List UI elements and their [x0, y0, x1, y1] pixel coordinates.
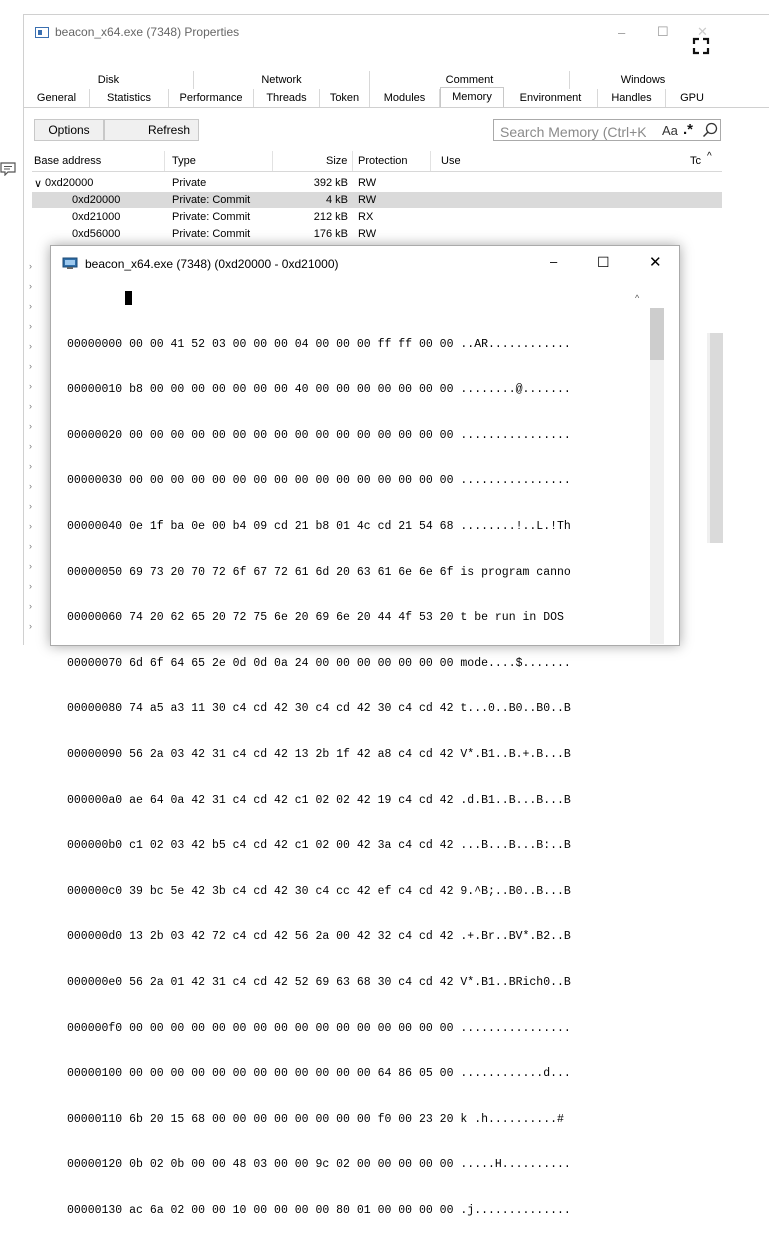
hex-line: 00000100 00 00 00 00 00 00 00 00 00 00 0…: [67, 1067, 571, 1081]
row-type: Private: Commit: [172, 211, 251, 223]
fullscreen-icon[interactable]: [692, 37, 710, 55]
col-tc[interactable]: Tc: [690, 155, 701, 167]
scroll-up-arrow[interactable]: ^: [635, 293, 639, 303]
tab-disk[interactable]: Disk: [24, 71, 194, 89]
row-protection: RX: [358, 211, 374, 223]
hex-line: 00000110 6b 20 15 68 00 00 00 00 00 00 0…: [67, 1112, 571, 1126]
row-type: Private: Commit: [172, 194, 251, 206]
row-size: 176 kB: [313, 228, 348, 240]
hex-line: 00000010 b8 00 00 00 00 00 00 00 40 00 0…: [67, 383, 571, 397]
col-use[interactable]: Use: [441, 155, 461, 167]
hex-line: 000000d0 13 2b 03 42 72 c4 cd 42 56 2a 0…: [67, 930, 571, 944]
row-protection: RW: [358, 194, 377, 206]
row-protection: RW: [358, 177, 377, 189]
tab-threads[interactable]: Threads: [254, 89, 320, 107]
row-size: 212 kB: [313, 211, 348, 223]
close-button[interactable]: ✕: [649, 253, 662, 271]
window-title: beacon_x64.exe (7348) Properties: [55, 25, 240, 39]
row-size: 4 kB: [325, 194, 348, 206]
col-type[interactable]: Type: [172, 155, 196, 167]
hex-line: 000000e0 56 2a 01 42 31 c4 cd 42 52 69 6…: [67, 975, 571, 989]
tab-statistics[interactable]: Statistics: [90, 89, 169, 107]
tab-windows[interactable]: Windows: [570, 71, 716, 89]
hex-line: 000000a0 ae 64 0a 42 31 c4 cd 42 c1 02 0…: [67, 793, 571, 807]
app-window-icon: [62, 257, 78, 269]
tab-divider: [24, 107, 769, 108]
hex-line: 00000000 00 00 41 52 03 00 00 00 04 00 0…: [67, 337, 571, 351]
tab-handles[interactable]: Handles: [598, 89, 666, 107]
tab-token[interactable]: Token: [320, 89, 370, 107]
search-icon[interactable]: [702, 122, 718, 138]
table-row[interactable]: 0xd56000 Private: Commit 176 kB RW: [32, 226, 722, 242]
tab-row-bottom: General Statistics Performance Threads T…: [24, 87, 769, 107]
tab-modules[interactable]: Modules: [370, 89, 440, 107]
row-size: 392 kB: [313, 177, 348, 189]
expand-chevron-icon[interactable]: ∨: [34, 177, 42, 190]
tab-row-top: Disk Network Comment Windows: [24, 71, 769, 89]
table-row[interactable]: ∨ 0xd20000 Private 392 kB RW: [32, 175, 722, 191]
hex-line: 00000050 69 73 20 70 72 6f 67 72 61 6d 2…: [67, 565, 571, 579]
row-base: 0xd56000: [72, 228, 121, 240]
row-type: Private: [172, 177, 207, 189]
hex-line: 00000020 00 00 00 00 00 00 00 00 00 00 0…: [67, 428, 571, 442]
row-protection: RW: [358, 228, 377, 240]
col-protection[interactable]: Protection: [358, 155, 408, 167]
search-box[interactable]: Aa .*: [493, 119, 721, 141]
tab-general[interactable]: General: [24, 89, 90, 107]
tab-gpu[interactable]: GPU: [666, 89, 718, 107]
row-type: Private: Commit: [172, 228, 251, 240]
hex-line: 000000f0 00 00 00 00 00 00 00 00 00 00 0…: [67, 1021, 571, 1035]
minimize-button[interactable]: –: [550, 254, 557, 269]
table-row[interactable]: 0xd20000 Private: Commit 4 kB RW: [32, 192, 722, 208]
hex-line: 00000130 ac 6a 02 00 00 10 00 00 00 00 8…: [67, 1203, 571, 1217]
maximize-button[interactable]: ☐: [597, 254, 610, 271]
regex-toggle[interactable]: .*: [683, 121, 693, 138]
minimize-button[interactable]: –: [618, 25, 625, 40]
match-case-toggle[interactable]: Aa: [662, 123, 678, 138]
scroll-up-arrow[interactable]: ^: [707, 151, 712, 162]
hex-scrollbar-thumb[interactable]: [650, 308, 664, 360]
row-base: 0xd20000: [45, 177, 94, 189]
hex-window-title: beacon_x64.exe (7348) (0xd20000 - 0xd210…: [85, 257, 339, 271]
hex-line: 00000090 56 2a 03 42 31 c4 cd 42 13 2b 1…: [67, 747, 571, 761]
col-base-address[interactable]: Base address: [34, 155, 101, 167]
hex-line: 00000120 0b 02 0b 00 00 48 03 00 00 9c 0…: [67, 1158, 571, 1172]
search-input[interactable]: [498, 122, 648, 141]
hex-line: 00000070 6d 6f 64 65 2e 0d 0d 0a 24 00 0…: [67, 656, 571, 670]
options-button[interactable]: Options: [34, 119, 104, 141]
text-cursor: [124, 291, 132, 305]
app-window-icon: [35, 27, 49, 38]
table-header: Base address Type Size Protection Use Tc…: [32, 151, 722, 172]
refresh-button[interactable]: Refresh: [104, 119, 199, 141]
hex-line: 00000030 00 00 00 00 00 00 00 00 00 00 0…: [67, 474, 571, 488]
title-bar: beacon_x64.exe (7348) Properties – ☐ ✕: [24, 15, 769, 51]
hex-dump[interactable]: 00000000 00 00 41 52 03 00 00 00 04 00 0…: [67, 291, 637, 1248]
hex-line: 000000b0 c1 02 03 42 b5 c4 cd 42 c1 02 0…: [67, 839, 571, 853]
hex-line: 00000060 74 20 62 65 20 72 75 6e 20 69 6…: [67, 611, 571, 625]
maximize-button[interactable]: ☐: [657, 24, 669, 40]
row-base: 0xd21000: [72, 211, 121, 223]
col-size[interactable]: Size: [326, 155, 347, 167]
tab-network[interactable]: Network: [194, 71, 370, 89]
table-scrollbar-thumb[interactable]: [710, 333, 723, 543]
hex-line: 00000040 0e 1f ba 0e 00 b4 09 cd 21 b8 0…: [67, 519, 571, 533]
hex-line: 00000080 74 a5 a3 11 30 c4 cd 42 30 c4 c…: [67, 702, 571, 716]
tab-memory[interactable]: Memory: [440, 87, 504, 107]
tab-performance[interactable]: Performance: [169, 89, 254, 107]
table-row[interactable]: 0xd21000 Private: Commit 212 kB RX: [32, 209, 722, 225]
hex-line: 000000c0 39 bc 5e 42 3b c4 cd 42 30 c4 c…: [67, 884, 571, 898]
comment-icon[interactable]: [0, 162, 16, 176]
row-base: 0xd20000: [72, 194, 121, 206]
hex-viewer-window: beacon_x64.exe (7348) (0xd20000 - 0xd210…: [50, 245, 680, 1217]
tab-environment[interactable]: Environment: [504, 89, 598, 107]
